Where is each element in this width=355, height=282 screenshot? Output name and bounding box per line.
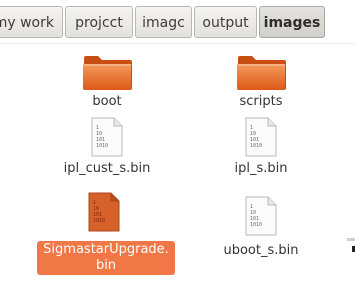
svg-text:1010: 1010 bbox=[93, 218, 105, 224]
binary-file-icon: 1 10 101 1010 bbox=[245, 196, 277, 236]
svg-text:1010: 1010 bbox=[250, 222, 262, 228]
partial-file-item[interactable] bbox=[340, 232, 355, 278]
file-name: uboot_s.bin bbox=[223, 243, 299, 258]
file-name: scripts bbox=[239, 94, 283, 109]
file-item-uboot-s-bin[interactable]: 1 10 101 1010 uboot_s.bin bbox=[186, 196, 336, 276]
divider bbox=[0, 43, 355, 44]
path-bar: my work projcct imagc output images bbox=[0, 0, 355, 44]
binary-file-icon: 1 10 101 1010 bbox=[91, 117, 123, 157]
svg-text:1010: 1010 bbox=[96, 143, 108, 149]
breadcrumb-imagc[interactable]: imagc bbox=[135, 6, 192, 38]
file-icon bbox=[347, 238, 355, 252]
file-item-ipl-cust-s-bin[interactable]: 1 10 101 1010 ipl_cust_s.bin bbox=[32, 117, 182, 197]
file-name-selected: SigmastarUpgrade. bin bbox=[37, 241, 175, 275]
file-item-sigmastarupgrade-bin[interactable]: 1 10 101 1010 SigmastarUpgrade. bin bbox=[0, 192, 200, 275]
file-name-line1: SigmastarUpgrade. bbox=[43, 242, 169, 257]
file-name-line2: bin bbox=[95, 258, 117, 273]
file-name: ipl_cust_s.bin bbox=[63, 161, 151, 176]
breadcrumb-images[interactable]: images bbox=[259, 6, 325, 38]
breadcrumb-my-work[interactable]: my work bbox=[0, 6, 63, 38]
file-name: boot bbox=[92, 94, 122, 109]
file-name: ipl_s.bin bbox=[234, 161, 288, 176]
folder-icon bbox=[237, 56, 286, 90]
folder-icon bbox=[83, 56, 132, 90]
breadcrumb-output[interactable]: output bbox=[194, 6, 257, 38]
file-item-ipl-s-bin[interactable]: 1 10 101 1010 ipl_s.bin bbox=[186, 117, 336, 197]
binary-file-icon: 1 10 101 1010 bbox=[245, 117, 277, 157]
binary-file-icon: 1 10 101 1010 bbox=[88, 192, 120, 232]
svg-text:1010: 1010 bbox=[250, 143, 262, 149]
breadcrumb-projcct[interactable]: projcct bbox=[65, 6, 133, 38]
